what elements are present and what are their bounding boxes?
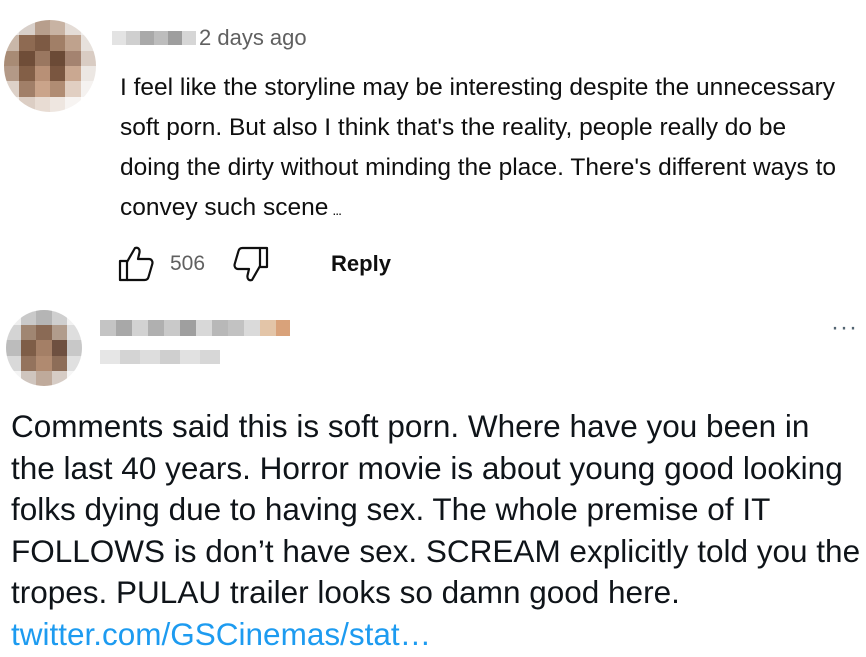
comment-timestamp[interactable]: 2 days ago [199, 25, 307, 51]
comment-actions: 506 Reply [116, 244, 391, 284]
avatar[interactable] [4, 20, 96, 112]
more-options-icon[interactable]: ··· [831, 314, 858, 342]
youtube-comment: 2 days ago I feel like the storyline may… [0, 0, 866, 295]
tweet-body: Comments said this is soft porn. Where h… [11, 408, 861, 610]
tweet-text: Comments said this is soft porn. Where h… [11, 406, 861, 655]
dislike-button[interactable] [231, 245, 271, 283]
author-name-redacted[interactable] [112, 31, 196, 45]
comment-text: I feel like the storyline may be interes… [120, 68, 850, 230]
tweet: ··· Comments said this is soft porn. Whe… [0, 300, 866, 657]
tweet-display-name-redacted[interactable] [100, 320, 290, 336]
thumbs-up-icon [118, 246, 154, 282]
reply-button[interactable]: Reply [331, 251, 391, 277]
tweet-avatar[interactable] [6, 310, 82, 386]
like-button[interactable] [116, 245, 156, 283]
thumbs-down-icon [233, 246, 269, 282]
truncation-ellipsis[interactable]: ... [332, 202, 342, 218]
comment-body: I feel like the storyline may be interes… [120, 74, 837, 221]
tweet-handle-redacted[interactable] [100, 350, 220, 364]
like-count: 506 [170, 252, 206, 275]
tweet-link[interactable]: twitter.com/GSCinemas/stat… [11, 616, 431, 652]
